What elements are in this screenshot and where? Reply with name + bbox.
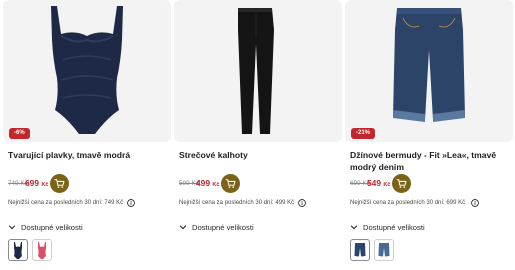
new-price-value: 499	[196, 178, 210, 188]
color-variant-navy[interactable]	[8, 239, 28, 261]
color-variant-light-denim[interactable]	[374, 239, 394, 261]
sizes-toggle[interactable]: Dostupné velikosti	[350, 221, 425, 233]
currency: Kč	[41, 182, 49, 188]
product-title[interactable]: Strečové kalhoty	[179, 149, 337, 161]
cart-icon	[225, 179, 236, 188]
product-card[interactable]: -21% Džínové bermudy - Fit »Lea«, tmavě …	[345, 0, 513, 270]
new-price-value: 699	[25, 178, 39, 188]
discount-badge: -6%	[9, 128, 30, 139]
product-card[interactable]: Strečové kalhoty 599 Kč 499 Kč Nejnižší …	[174, 0, 342, 270]
price-row: 749 Kč 699 Kč	[8, 174, 166, 194]
sizes-label: Dostupné velikosti	[363, 222, 425, 232]
chevron-down-icon	[8, 225, 16, 230]
new-price-value: 549	[367, 178, 381, 188]
color-variant-pink[interactable]	[32, 239, 52, 261]
new-price: 549 Kč	[367, 178, 390, 188]
sizes-toggle[interactable]: Dostupné velikosti	[8, 221, 83, 233]
product-grid: -6% Tvarující plavky, tmavě modrá 749 Kč…	[0, 0, 515, 270]
product-card[interactable]: -6% Tvarující plavky, tmavě modrá 749 Kč…	[3, 0, 171, 270]
price-row: 599 Kč 499 Kč	[179, 174, 337, 194]
swimsuit-image	[51, 6, 123, 134]
color-variants	[8, 239, 52, 261]
chevron-down-icon	[179, 225, 187, 230]
currency: Kč	[383, 182, 391, 188]
sizes-toggle[interactable]: Dostupné velikosti	[179, 221, 254, 233]
info-icon[interactable]	[298, 199, 306, 207]
color-variant-dark-denim[interactable]	[350, 239, 370, 261]
product-image[interactable]	[174, 0, 342, 142]
product-title[interactable]: Džínové bermudy - Fit »Lea«, tmavě modrý…	[350, 149, 508, 173]
info-icon[interactable]	[127, 199, 135, 207]
add-to-cart-button[interactable]	[50, 174, 69, 193]
new-price: 499 Kč	[196, 178, 219, 188]
sizes-label: Dostupné velikosti	[21, 222, 83, 232]
product-image[interactable]: -6%	[3, 0, 171, 142]
denim-shorts-image	[393, 8, 465, 122]
color-variants	[350, 239, 394, 261]
sizes-label: Dostupné velikosti	[192, 222, 254, 232]
product-image[interactable]: -21%	[345, 0, 513, 142]
new-price: 699 Kč	[25, 178, 48, 188]
currency: Kč	[212, 182, 220, 188]
cart-icon	[54, 179, 65, 188]
add-to-cart-button[interactable]	[221, 174, 240, 193]
info-icon[interactable]	[471, 199, 479, 207]
product-title[interactable]: Tvarující plavky, tmavě modrá	[8, 149, 166, 161]
discount-badge: -21%	[351, 128, 376, 139]
price-row: 699 Kč 549 Kč	[350, 174, 508, 194]
chevron-down-icon	[350, 225, 358, 230]
lowest-price-note: Nejnižší cena za posledních 30 dní: 749 …	[8, 200, 124, 206]
lowest-price-note: Nejnižší cena za posledních 30 dní: 699 …	[350, 200, 466, 206]
add-to-cart-button[interactable]	[392, 174, 411, 193]
lowest-price-note: Nejnižší cena za posledních 30 dní: 499 …	[179, 200, 295, 206]
pants-image	[238, 8, 274, 134]
cart-icon	[396, 179, 407, 188]
